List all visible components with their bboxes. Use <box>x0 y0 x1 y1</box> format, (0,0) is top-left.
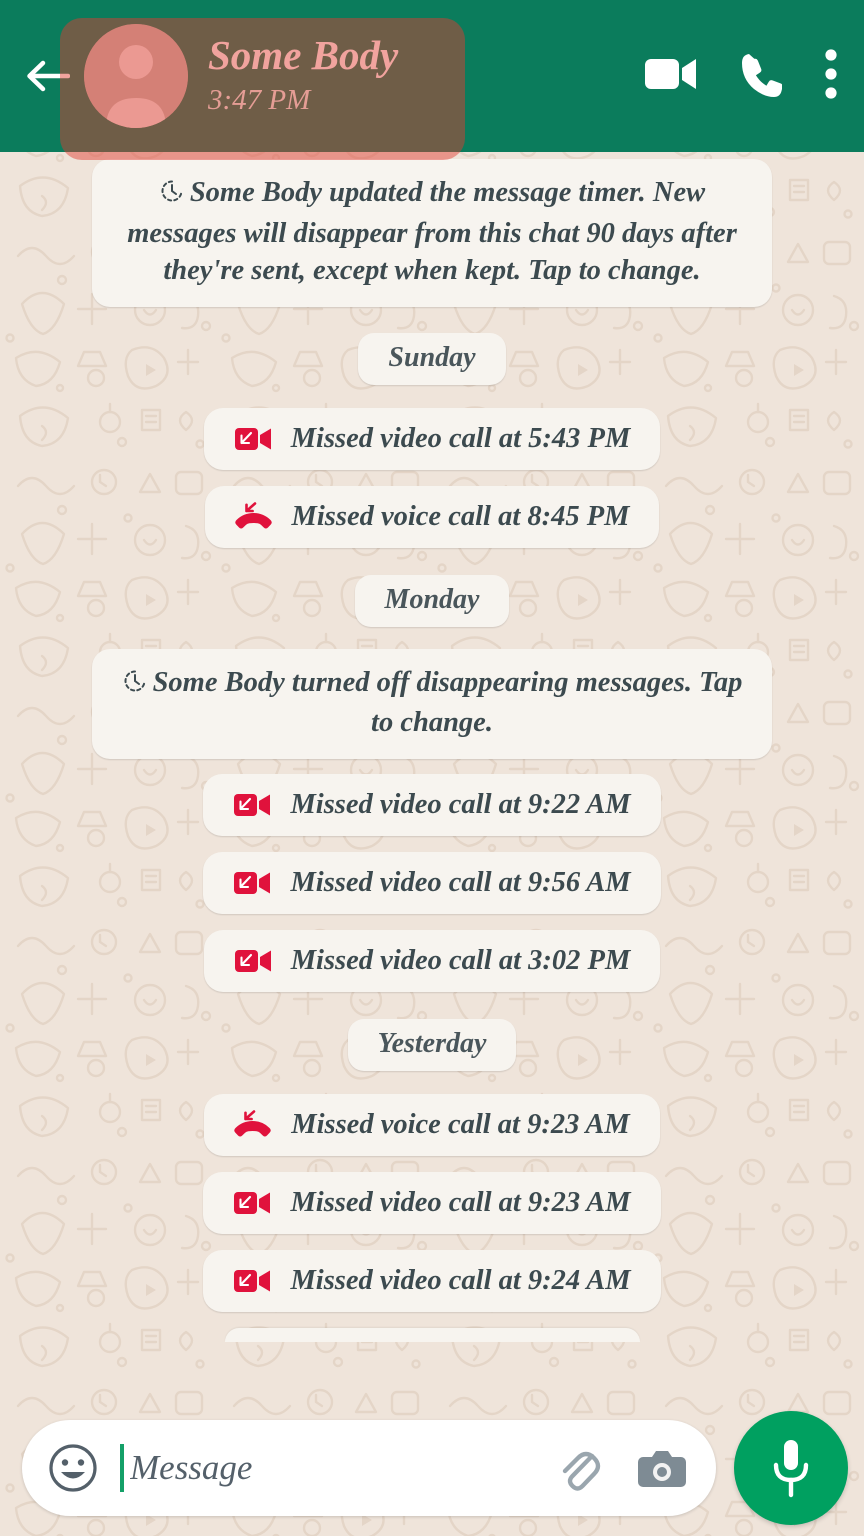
date-separator: Sunday <box>358 332 506 385</box>
missed-video-call-icon <box>233 864 271 902</box>
back-button[interactable] <box>16 45 78 107</box>
missed-video-call-icon <box>233 1184 271 1222</box>
message-list[interactable]: Some Body updated the message timer. New… <box>0 152 864 1536</box>
call-log-text: Missed video call at 9:24 AM <box>290 1265 631 1297</box>
call-log-bubble[interactable]: Missed video call at 5:43 PM <box>203 407 661 470</box>
missed-voice-call-icon <box>234 1106 272 1144</box>
message-placeholder: Message <box>130 1448 253 1487</box>
system-message-text: Some Body turned off disappearing messag… <box>152 666 743 739</box>
message-input-field[interactable]: Message <box>120 1444 558 1492</box>
composer-actions <box>558 1443 686 1493</box>
contact-name: Some Body <box>208 32 399 78</box>
date-separator: Yesterday <box>347 1019 517 1072</box>
chat-header: Some Body 3:47 PM <box>0 0 864 160</box>
call-log-bubble[interactable]: Missed video call at 9:22 AM <box>203 774 661 837</box>
header-actions <box>644 49 838 103</box>
missed-video-call-icon <box>233 1262 271 1300</box>
message-input-pill[interactable]: Message <box>22 1420 716 1516</box>
call-log-text: Missed video call at 5:43 PM <box>290 422 631 454</box>
call-log-text: Missed video call at 3:02 PM <box>290 945 631 977</box>
missed-video-call-icon <box>233 786 271 824</box>
call-log-text: Missed video call at 9:56 AM <box>290 867 631 899</box>
missed-voice-call-icon <box>234 498 273 536</box>
disappearing-messages-timer-icon <box>159 177 185 215</box>
call-log-bubble-clipped[interactable] <box>224 1328 640 1343</box>
call-log-bubble[interactable]: Missed video call at 3:02 PM <box>203 930 661 993</box>
call-log-text: Missed voice call at 8:45 PM <box>291 500 630 532</box>
missed-video-call-icon <box>234 942 272 980</box>
missed-video-call-icon <box>234 420 272 458</box>
system-message-disappearing-timer[interactable]: Some Body updated the message timer. New… <box>92 159 772 307</box>
smiley-face-icon[interactable] <box>48 1443 98 1493</box>
call-log-text: Missed video call at 9:22 AM <box>290 789 631 821</box>
header-contact-info[interactable]: Some Body 3:47 PM <box>208 33 644 120</box>
camera-icon[interactable] <box>638 1447 686 1489</box>
disappearing-messages-timer-icon <box>122 667 148 705</box>
call-log-bubble[interactable]: Missed voice call at 9:23 AM <box>204 1094 660 1157</box>
call-log-bubble[interactable]: Missed video call at 9:23 AM <box>203 1172 661 1235</box>
voice-call-button[interactable] <box>740 51 782 97</box>
call-log-text: Missed video call at 9:23 AM <box>290 1187 631 1219</box>
paperclip-icon[interactable] <box>558 1443 604 1493</box>
system-message-text: Some Body updated the message timer. New… <box>127 177 737 287</box>
call-log-bubble[interactable]: Missed video call at 9:56 AM <box>203 852 661 915</box>
video-call-button[interactable] <box>644 54 698 94</box>
text-cursor <box>120 1444 124 1492</box>
call-log-text: Missed voice call at 9:23 AM <box>291 1109 630 1141</box>
overflow-menu-button[interactable] <box>824 49 838 99</box>
call-log-bubble[interactable]: Missed voice call at 8:45 PM <box>204 485 660 548</box>
date-separator: Monday <box>354 574 510 627</box>
contact-status: 3:47 PM <box>208 83 311 116</box>
voice-record-button[interactable] <box>734 1411 848 1525</box>
avatar[interactable] <box>84 24 188 128</box>
whatsapp-chat-screen: Some Body 3:47 PM Some Body updated the … <box>0 0 864 1536</box>
call-log-bubble[interactable]: Missed video call at 9:24 AM <box>203 1250 661 1313</box>
message-composer: Message <box>0 1410 864 1536</box>
system-message-disappearing-off[interactable]: Some Body turned off disappearing messag… <box>92 648 772 760</box>
